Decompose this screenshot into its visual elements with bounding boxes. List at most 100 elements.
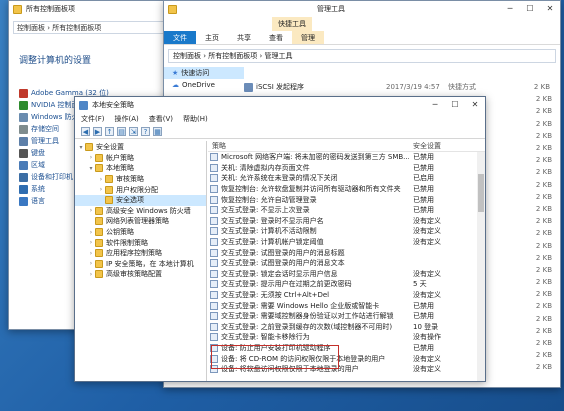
policy-name: 交互式登录: 试图登录的用户的消息文本 [221, 259, 345, 268]
close-icon[interactable]: ✕ [465, 97, 485, 113]
tree-node[interactable]: › 公钥策略 [75, 227, 206, 238]
tree-node-label: 安全设置 [96, 143, 124, 152]
policy-row[interactable]: 交互式登录: 计算机不活动限制 没有定义 [208, 226, 485, 237]
menu-help[interactable]: 帮助(H) [183, 113, 208, 125]
expand-arrow-icon[interactable]: › [87, 229, 95, 236]
minimize-icon[interactable]: ─ [500, 1, 520, 17]
expand-arrow-icon[interactable]: ▾ [77, 144, 85, 151]
column-policy[interactable]: 策略 [208, 141, 409, 151]
tree-node[interactable]: › 高级安全 Windows 防火墙 [75, 206, 206, 217]
policy-row[interactable]: 交互式登录: 提示用户在过期之前更改密码 5 天 [208, 279, 485, 290]
tree-node[interactable]: 安全选项 [75, 194, 206, 206]
tree-node[interactable]: › 应用程序控制策略 [75, 248, 206, 259]
export-list-icon[interactable]: ⇲ [129, 127, 138, 136]
policy-icon [210, 280, 218, 289]
policy-row[interactable]: Microsoft 网络客户端: 将未加密的密码发送到第三方 SMB... 已禁用 [208, 152, 485, 163]
tree-node[interactable]: › IP 安全策略，在 本地计算机 [75, 259, 206, 270]
back-icon[interactable]: ◀ [81, 127, 90, 136]
policy-row[interactable]: 设备: 将 CD-ROM 的访问权限仅限于本地登录的用户 没有定义 [208, 353, 485, 364]
vertical-scrollbar[interactable] [477, 152, 485, 381]
minimize-icon[interactable]: ─ [425, 97, 445, 113]
file-size: 2 KB [535, 156, 552, 165]
control-panel-address-bar[interactable]: 控制面板 › 所有控制面板项 [13, 21, 183, 34]
scrollbar-thumb[interactable] [478, 174, 484, 212]
policy-icon [210, 291, 218, 300]
policy-row[interactable]: 交互式登录: 不显示上次登录 已禁用 [208, 205, 485, 216]
tree-node[interactable]: › 用户权限分配 [75, 184, 206, 195]
security-policy-icon [79, 100, 88, 110]
policy-name: 恢复控制台: 允许自动管理登录 [221, 195, 317, 204]
tab-manage[interactable]: 管理 [292, 31, 324, 44]
expand-arrow-icon[interactable]: › [87, 154, 95, 161]
menu-file[interactable]: 文件(F) [81, 113, 105, 125]
expand-arrow-icon[interactable]: ▾ [87, 165, 95, 172]
tab-view[interactable]: 查看 [260, 31, 292, 44]
forward-icon[interactable]: ▶ [93, 127, 102, 136]
tree-node[interactable]: › 高级审核策略配置 [75, 269, 206, 280]
properties-icon[interactable]: ▦ [153, 127, 162, 136]
expand-arrow-icon[interactable]: › [97, 186, 105, 193]
tree-node[interactable]: › 软件限制策略 [75, 237, 206, 248]
show-hide-tree-icon[interactable]: ▤ [117, 127, 126, 136]
folder-icon [105, 175, 113, 184]
policy-row[interactable]: 恢复控制台: 允许自动管理登录 已禁用 [208, 194, 485, 205]
expand-arrow-icon[interactable]: › [87, 239, 95, 246]
tab-home[interactable]: 主页 [196, 31, 228, 44]
expand-arrow-icon[interactable]: › [87, 260, 95, 267]
policy-row[interactable]: 交互式登录: 试图登录的用户的消息标题 [208, 247, 485, 258]
policy-row[interactable]: 交互式登录: 无须按 Ctrl+Alt+Del 没有定义 [208, 290, 485, 301]
policy-menu-bar: 文件(F) 操作(A) 查看(V) 帮助(H) [75, 113, 485, 125]
tree-node[interactable]: 网络列表管理器策略 [75, 216, 206, 227]
policy-row[interactable]: 交互式登录: 计算机帐户锁定阈值 没有定义 [208, 237, 485, 248]
file-row[interactable]: iSCSI 发起程序 2017/3/19 4:57 快捷方式 2 KB [244, 81, 560, 93]
expand-arrow-icon[interactable]: › [87, 250, 95, 257]
policy-icon [210, 333, 218, 342]
expand-arrow-icon[interactable]: › [87, 207, 95, 214]
tree-node[interactable]: ▾ 安全设置 [75, 142, 206, 153]
menu-action[interactable]: 操作(A) [115, 113, 139, 125]
policy-row[interactable]: 设备: 防止用户安装打印机驱动程序 已禁用 [208, 343, 485, 354]
tree-node[interactable]: ▾ 本地策略 [75, 163, 206, 174]
menu-view[interactable]: 查看(V) [149, 113, 173, 125]
tree-node-label: 软件限制策略 [106, 238, 148, 247]
explorer-title: 管理工具 [317, 5, 345, 13]
expand-arrow-icon[interactable]: › [97, 176, 105, 183]
policy-setting: 5 天 [413, 280, 427, 289]
policy-row[interactable]: 交互式登录: 需要域控制器身份验证以对工作站进行解锁 已禁用 [208, 311, 485, 322]
help-icon[interactable]: ? [141, 127, 150, 136]
maximize-icon[interactable]: ☐ [520, 1, 540, 17]
policy-setting: 没有定义 [413, 365, 441, 374]
nav-quick-access[interactable]: ★ 快速访问 [164, 67, 244, 79]
explorer-address-bar[interactable]: 控制面板 › 所有控制面板项 › 管理工具 [168, 49, 556, 63]
star-icon: ★ [172, 69, 179, 77]
policy-row[interactable]: 交互式登录: 锁定会话时显示用户信息 没有定义 [208, 269, 485, 280]
expand-arrow-icon[interactable]: › [87, 271, 95, 278]
column-setting[interactable]: 安全设置 [409, 141, 441, 151]
policy-name: Microsoft 网络客户端: 将未加密的密码发送到第三方 SMB... [221, 153, 409, 162]
policy-row[interactable]: 恢复控制台: 允许软盘复制并访问所有驱动器和所有文件夹 已禁用 [208, 184, 485, 195]
tab-file[interactable]: 文件 [164, 31, 196, 44]
policy-row[interactable]: 交互式登录: 之前登录到缓存的次数(域控制器不可用时) 10 登录 [208, 322, 485, 333]
tab-share[interactable]: 共享 [228, 31, 260, 44]
policy-setting: 10 登录 [413, 322, 439, 331]
policy-row[interactable]: 关机: 清除虚拟内存页面文件 已禁用 [208, 163, 485, 174]
close-icon[interactable]: ✕ [540, 1, 560, 17]
policy-window-controls: ─ ☐ ✕ [425, 97, 485, 113]
control-panel-item-label: 管理工具 [31, 137, 59, 145]
policy-icon [210, 269, 218, 278]
up-folder-icon[interactable]: ↑ [105, 127, 114, 136]
nav-onedrive[interactable]: ☁ OneDrive [164, 79, 244, 91]
policy-row[interactable]: 交互式登录: 登录时不显示用户名 没有定义 [208, 216, 485, 227]
maximize-icon[interactable]: ☐ [445, 97, 465, 113]
policy-row[interactable]: 交互式登录: 智能卡移除行为 没有操作 [208, 332, 485, 343]
policy-list-pane: 策略 安全设置 Microsoft 网络客户端: 将未加密的密码发送到第三方 S… [208, 141, 485, 381]
policy-row[interactable]: 交互式登录: 试图登录的用户的消息文本 [208, 258, 485, 269]
tree-node[interactable]: › 帐户策略 [75, 153, 206, 164]
policy-name: 交互式登录: 无须按 Ctrl+Alt+Del [221, 291, 330, 300]
policy-row[interactable]: 交互式登录: 需要 Windows Hello 企业版或智能卡 已禁用 [208, 300, 485, 311]
policy-name: 关机: 清除虚拟内存页面文件 [221, 163, 310, 172]
policy-row[interactable]: 关机: 允许系统在未登录的情况下关闭 已启用 [208, 173, 485, 184]
tree-node[interactable]: › 审核策略 [75, 174, 206, 185]
policy-name: 关机: 允许系统在未登录的情况下关闭 [221, 174, 338, 183]
policy-row[interactable]: 设备: 将软盘访问权限仅限于本地登录的用户 没有定义 [208, 364, 485, 375]
